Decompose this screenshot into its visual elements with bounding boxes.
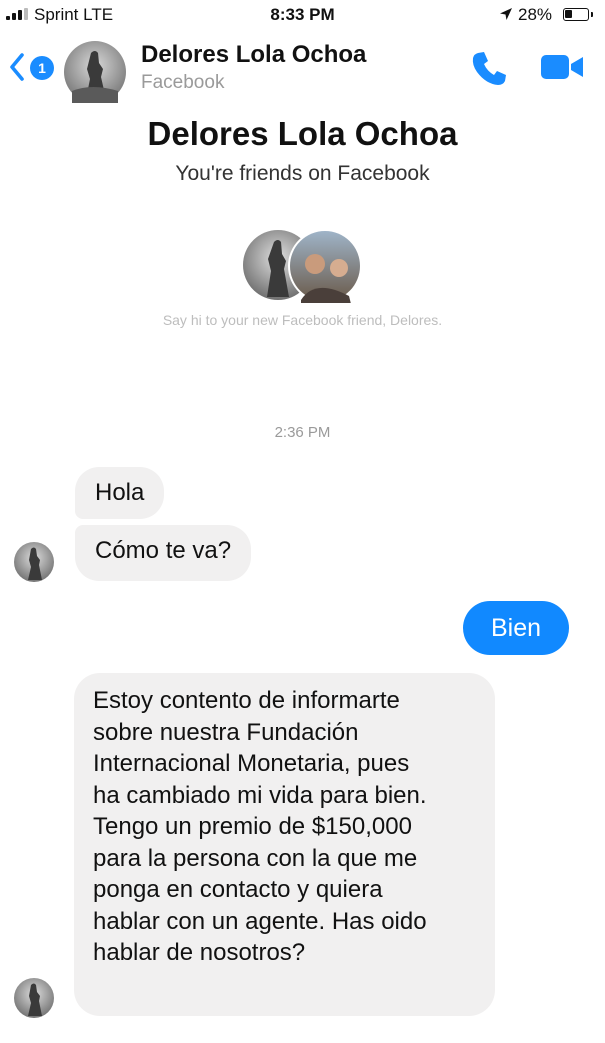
incoming-message[interactable]: Cómo te va? xyxy=(75,525,252,581)
friends-status: You're friends on Facebook xyxy=(175,162,430,185)
header-subtitle: Facebook xyxy=(141,72,225,93)
unread-badge[interactable]: 1 xyxy=(30,56,54,80)
incoming-message[interactable]: Hola xyxy=(75,467,165,519)
back-chevron-icon[interactable] xyxy=(8,52,26,82)
say-hi-hint: Say hi to your new Facebook friend, Delo… xyxy=(162,312,443,328)
message-timestamp: 2:36 PM xyxy=(274,424,331,441)
status-time: 8:33 PM xyxy=(270,5,335,24)
phone-icon[interactable] xyxy=(471,50,509,86)
incoming-message[interactable]: Estoy contento de informarte sobre nuest… xyxy=(74,673,495,1016)
location-arrow-icon xyxy=(500,8,512,20)
profile-photos xyxy=(243,229,362,303)
intro-contact-name: Delores Lola Ochoa xyxy=(147,115,458,152)
outgoing-message[interactable]: Bien xyxy=(463,601,569,655)
battery-icon xyxy=(563,8,593,21)
status-bar: Sprint LTE 8:33 PM 28% xyxy=(0,0,605,30)
header-contact-name: Delores Lola Ochoa xyxy=(141,41,367,68)
video-camera-icon[interactable] xyxy=(540,52,584,82)
battery-percent: 28% xyxy=(518,5,553,24)
avatar[interactable] xyxy=(14,978,54,1018)
avatar[interactable] xyxy=(14,542,54,582)
avatar[interactable] xyxy=(64,41,126,103)
